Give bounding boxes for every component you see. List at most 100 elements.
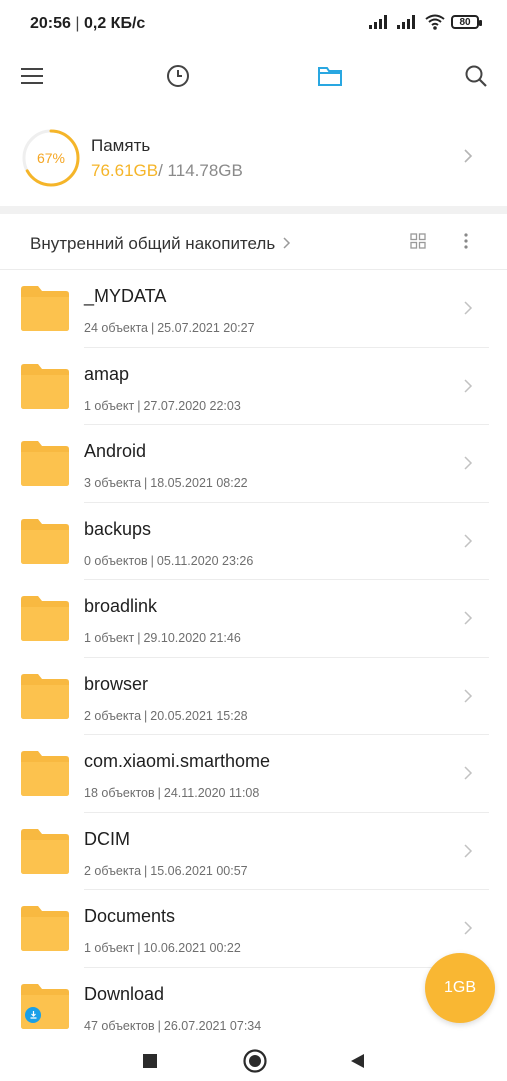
- grid-view-icon[interactable]: [409, 232, 427, 255]
- folder-name: backups: [84, 518, 152, 539]
- status-right: 80: [369, 14, 482, 30]
- battery-icon: 80: [451, 15, 482, 29]
- toolbar: [0, 50, 507, 100]
- folder-row[interactable]: Android 3 объекта | 18.05.2021 08:22: [0, 425, 507, 503]
- folder-count: 24 объекта: [84, 321, 148, 335]
- folder-count: 2 объекта: [84, 863, 142, 878]
- chevron-right-icon: [464, 149, 473, 163]
- storage-label: Память: [91, 136, 151, 155]
- storage-cleanup-button[interactable]: 1GB: [425, 953, 495, 1023]
- chevron-right-icon: [464, 456, 473, 470]
- storage-total: / 114.78GB: [158, 161, 243, 180]
- menu-icon[interactable]: [18, 62, 46, 90]
- navigation-bar: [0, 1040, 507, 1081]
- folder-meta: 1 объект | 29.10.2020 21:46: [84, 631, 241, 645]
- folder-row[interactable]: amap 1 объект | 27.07.2020 22:03: [0, 348, 507, 425]
- folder-icon: [21, 983, 69, 1029]
- folder-icon: [21, 363, 69, 409]
- back-triangle-icon[interactable]: [342, 1048, 372, 1074]
- folder-name: DCIM: [84, 828, 130, 849]
- folder-row[interactable]: com.xiaomi.smarthome 18 объектов | 24.11.20…: [0, 735, 507, 813]
- chevron-right-icon: [464, 301, 473, 315]
- status-time: 20:56: [30, 15, 71, 32]
- folder-meta: 24 объекта | 25.07.2021 20:27: [84, 321, 255, 335]
- folder-icon: [21, 673, 69, 719]
- chevron-right-icon: [464, 921, 473, 935]
- folder-icon: [21, 440, 69, 486]
- storage-card[interactable]: 67% Память 76.61GB/ 114.78GB: [0, 118, 507, 206]
- folder-list: _MYDATA 24 объекта | 25.07.2021 20:27 amap 1 …: [0, 270, 507, 1045]
- storage-percent: 67%: [36, 150, 66, 166]
- folder-row[interactable]: Documents 1 объект | 10.06.2021 00:22: [0, 890, 507, 968]
- more-options-icon[interactable]: [463, 232, 469, 255]
- storage-used: 76.61GB: [91, 161, 159, 180]
- folder-icon: [21, 285, 69, 331]
- download-badge-icon: [25, 1006, 41, 1023]
- path-bar: Внутренний общий накопитель: [0, 218, 507, 268]
- home-circle-icon[interactable]: [240, 1048, 270, 1074]
- status-bar: 20:56 | 0,2 КБ/с 80: [0, 0, 507, 50]
- chevron-right-icon: [464, 843, 473, 858]
- folder-date: 10.06.2021 00:22: [143, 941, 241, 955]
- recents-square-icon[interactable]: [135, 1048, 165, 1074]
- wifi-icon: [425, 14, 445, 30]
- storage-usage: 76.61GB/ 114.78GB: [91, 161, 243, 181]
- clock-icon[interactable]: [164, 62, 192, 90]
- folder-meta: 47 объектов | 26.07.2021 07:34: [84, 1018, 262, 1033]
- folder-icon: [21, 905, 69, 951]
- folder-name: amap: [84, 363, 130, 384]
- chevron-right-icon: [464, 688, 473, 703]
- folder-icon: [21, 828, 69, 874]
- folder-date: 15.06.2021 00:57: [150, 863, 248, 878]
- folder-icon: [21, 750, 69, 796]
- folder-count: 0 объектов: [84, 553, 148, 568]
- folder-meta: 1 объект | 27.07.2020 22:03: [84, 398, 241, 413]
- folder-name: Android: [84, 441, 147, 461]
- chevron-right-icon: [464, 378, 473, 393]
- folder-meta: 0 объектов | 05.11.2020 23:26: [84, 553, 254, 568]
- chevron-right-icon: [464, 533, 473, 548]
- folder-icon: [21, 595, 69, 641]
- battery-level: 80: [459, 16, 471, 28]
- section-divider: [0, 206, 507, 214]
- folder-name: com.xiaomi.smarthome: [84, 751, 271, 771]
- folder-count: 47 объектов: [84, 1018, 155, 1033]
- search-icon[interactable]: [462, 62, 490, 90]
- chevron-right-icon: [464, 611, 473, 625]
- folder-count: 3 объекта: [84, 476, 142, 490]
- folder-meta: 3 объекта | 18.05.2021 08:22: [84, 476, 248, 490]
- chevron-right-icon: [283, 237, 290, 249]
- folder-name: Documents: [84, 906, 176, 926]
- folder-date: 24.11.2020 11:08: [163, 786, 260, 800]
- fab-label: 1GB: [443, 979, 476, 996]
- folder-date: 27.07.2020 22:03: [143, 398, 241, 413]
- signal-icon: [369, 15, 387, 29]
- folder-name: browser: [84, 673, 149, 694]
- folder-row[interactable]: broadlink 1 объект | 29.10.2020 21:46: [0, 580, 507, 658]
- folder-meta: 18 объектов | 24.11.2020 11:08: [84, 786, 260, 800]
- folder-meta: 2 объекта | 20.05.2021 15:28: [84, 708, 248, 723]
- folder-row[interactable]: backups 0 объектов | 05.11.2020 23:26: [0, 503, 507, 580]
- folder-meta: 2 объекта | 15.06.2021 00:57: [84, 863, 248, 878]
- folder-name: Download: [84, 983, 165, 1004]
- folder-row[interactable]: _MYDATA 24 объекта | 25.07.2021 20:27: [0, 270, 507, 348]
- folder-row[interactable]: browser 2 объекта | 20.05.2021 15:28: [0, 658, 507, 735]
- folder-name: broadlink: [84, 596, 158, 616]
- folder-date: 20.05.2021 15:28: [150, 708, 248, 723]
- folder-date: 18.05.2021 08:22: [150, 476, 248, 490]
- folder-count: 1 объект: [84, 398, 135, 413]
- folder-icon[interactable]: [316, 62, 344, 90]
- folder-count: 18 объектов: [84, 786, 155, 800]
- breadcrumb-label: Внутренний общий накопитель: [30, 234, 276, 253]
- folder-count: 2 объекта: [84, 708, 142, 723]
- breadcrumb[interactable]: Внутренний общий накопитель: [30, 234, 292, 254]
- folder-name: _MYDATA: [84, 286, 167, 306]
- signal-icon-2: [397, 15, 415, 29]
- folder-meta: 1 объект | 10.06.2021 00:22: [84, 941, 241, 955]
- folder-date: 25.07.2021 20:27: [157, 321, 255, 335]
- folder-row[interactable]: DCIM 2 объекта | 15.06.2021 00:57: [0, 813, 507, 890]
- folder-date: 26.07.2021 07:34: [163, 1018, 262, 1033]
- folder-count: 1 объект: [84, 941, 135, 955]
- status-left: 20:56 | 0,2 КБ/с: [30, 15, 146, 32]
- network-speed: 0,2 КБ/с: [83, 15, 146, 32]
